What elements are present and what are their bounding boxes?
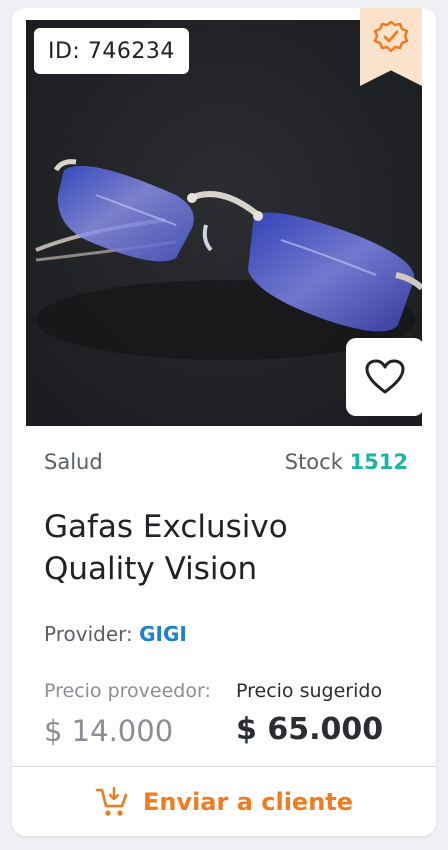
- price-suggested-label: Precio sugerido: [236, 680, 383, 702]
- product-title: Gafas Exclusivo Quality Vision: [44, 509, 288, 587]
- product-id-badge: ID: 746234: [34, 28, 189, 74]
- meta-row: Salud Stock 1512: [44, 450, 408, 474]
- provider-label: Provider:: [44, 622, 133, 646]
- favorite-button[interactable]: [346, 338, 422, 416]
- heart-icon: [365, 359, 405, 394]
- price-provider-value: $ 14.000: [44, 714, 174, 748]
- stock-value: 1512: [349, 450, 408, 474]
- stock-label: Stock: [284, 450, 343, 474]
- send-to-client-label: Enviar a cliente: [142, 787, 354, 816]
- price-suggested-value: $ 65.000: [236, 712, 384, 747]
- provider-row: Provider: GIGI: [44, 622, 187, 646]
- verified-badge-icon: [373, 20, 409, 53]
- stock-info: Stock 1512: [285, 450, 408, 474]
- cart-arrow-icon: [95, 786, 128, 816]
- send-to-client-button[interactable]: Enviar a cliente: [12, 767, 436, 836]
- price-provider-label: Precio proveedor:: [44, 680, 211, 702]
- provider-name[interactable]: GIGI: [139, 622, 187, 646]
- category-label: Salud: [44, 450, 103, 474]
- product-card: ID: 746234 Salud Stock 1512 Gafas Exclus…: [12, 8, 436, 836]
